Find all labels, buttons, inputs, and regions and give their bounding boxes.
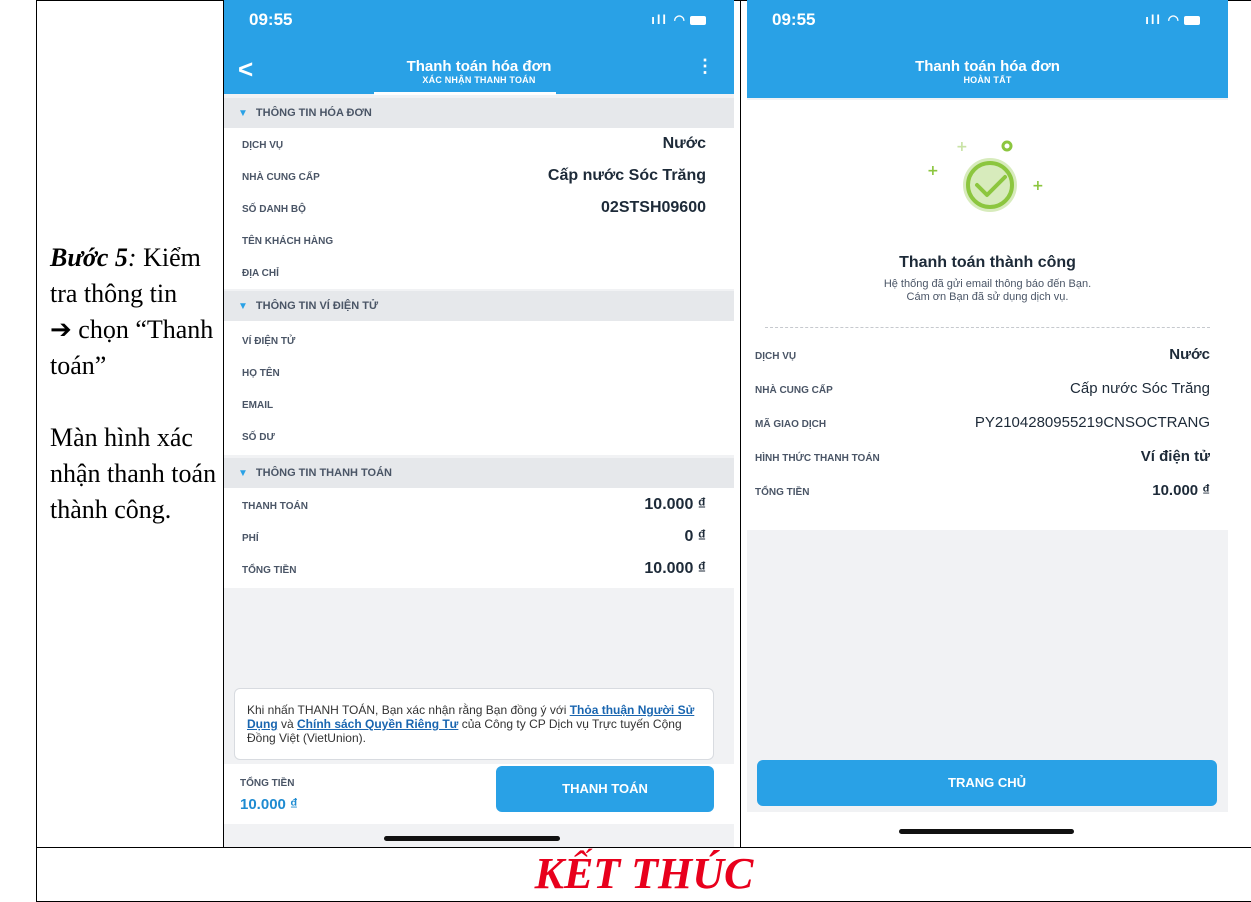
svg-text:+: + [927, 163, 939, 179]
svg-text:+: + [1032, 178, 1044, 194]
row-account-number: SỐ DANH BỘ 02STSH09600 [224, 193, 734, 225]
title-underline [374, 92, 556, 95]
row-email: EMAIL [224, 389, 734, 421]
status-time: 09:55 [249, 10, 293, 29]
row-balance: SỐ DƯ [224, 421, 734, 453]
row-provider: NHÀ CUNG CẤP Cấp nước Sóc Trăng [747, 374, 1228, 406]
app-bar: < Thanh toán hóa đơn XÁC NHẬN THANH TOÁN… [224, 44, 734, 94]
row-full-name: HỌ TÊN [224, 357, 734, 389]
total-label: TỔNG TIỀN [240, 778, 295, 789]
row-payment-amount: THANH TOÁN 10.000 ₫ [224, 490, 734, 522]
svg-text:+: + [956, 139, 968, 155]
divider [765, 327, 1210, 328]
row-address: ĐỊA CHỈ [224, 257, 734, 289]
row-fee: PHÍ 0 ₫ [224, 522, 734, 554]
status-time: 09:55 [772, 10, 816, 29]
column-divider-middle [740, 0, 741, 848]
page-title: Thanh toán hóa đơn [915, 58, 1060, 75]
end-title: KẾT THÚC [534, 849, 754, 898]
success-check-icon: + + + [927, 139, 1044, 212]
section-invoice[interactable]: ▼ THÔNG TIN HÓA ĐƠN [224, 98, 734, 128]
back-icon[interactable]: < [238, 54, 253, 85]
home-indicator [384, 836, 560, 841]
row-provider: NHÀ CUNG CẤP Cấp nước Sóc Trăng [224, 161, 734, 193]
terms-notice: Khi nhấn THANH TOÁN, Bạn xác nhận rằng B… [234, 688, 714, 760]
page-title: Thanh toán hóa đơn [406, 58, 552, 75]
privacy-policy-link[interactable]: Chính sách Quyền Riêng Tư [297, 717, 458, 731]
page-subtitle: XÁC NHẬN THANH TOÁN [422, 75, 536, 85]
success-message: Hệ thống đã gửi email thông báo đến Bạn.… [883, 278, 1092, 303]
pay-button[interactable]: THANH TOÁN [496, 766, 714, 812]
instruction-text: Bước 5: Kiểm tra thông tin ➔ chọn “Thanh… [50, 240, 220, 528]
step-label: Bước 5 [50, 243, 128, 272]
caret-down-icon: ▼ [238, 468, 248, 479]
phone-success-screen: 09:55 ıll ◠ Thanh toán hóa đơn HOÀN TẤT … [747, 0, 1228, 847]
signal-wifi-battery-icon: ıll ◠ [651, 12, 706, 28]
caret-down-icon: ▼ [238, 108, 248, 119]
more-icon[interactable]: ⋮ [696, 56, 714, 77]
row-payment-method: HÌNH THỨC THANH TOÁN Ví điện tử [747, 442, 1228, 474]
row-transaction-id: MÃ GIAO DỊCH PY2104280955219CNSOCTRANG [747, 408, 1228, 440]
row-wallet: VÍ ĐIỆN TỬ [224, 325, 734, 357]
home-indicator [899, 829, 1074, 834]
row-service: DỊCH VỤ Nước [224, 129, 734, 161]
row-service: DỊCH VỤ Nước [747, 340, 1228, 372]
section-payment[interactable]: ▼ THÔNG TIN THANH TOÁN [224, 458, 734, 488]
bottom-bar: TỔNG TIỀN 10.000 ₫ THANH TOÁN [224, 764, 734, 824]
arrow-icon: ➔ [50, 315, 72, 344]
app-bar: Thanh toán hóa đơn HOÀN TẤT [747, 44, 1228, 98]
section-wallet[interactable]: ▼ THÔNG TIN VÍ ĐIỆN TỬ [224, 291, 734, 321]
instruction-paragraph: Màn hình xác nhận thanh toán thành công. [50, 423, 217, 524]
home-button[interactable]: TRANG CHỦ [757, 760, 1217, 806]
caret-down-icon: ▼ [238, 301, 248, 312]
row-total: TỔNG TIỀN 10.000 ₫ [224, 554, 734, 586]
status-bar: 09:55 ıll ◠ [747, 0, 1228, 44]
total-value: 10.000 ₫ [240, 796, 298, 813]
status-bar: 09:55 ıll ◠ [224, 0, 734, 44]
signal-wifi-battery-icon: ıll ◠ [1145, 12, 1200, 28]
success-title: Thanh toán thành công [899, 254, 1076, 271]
phone-confirm-screen: 09:55 ıll ◠ < Thanh toán hóa đơn XÁC NHẬ… [224, 0, 734, 847]
page-subtitle: HOÀN TẤT [963, 75, 1012, 85]
row-total: TỔNG TIỀN 10.000 ₫ [747, 476, 1228, 530]
row-customer-name: TÊN KHÁCH HÀNG [224, 225, 734, 257]
